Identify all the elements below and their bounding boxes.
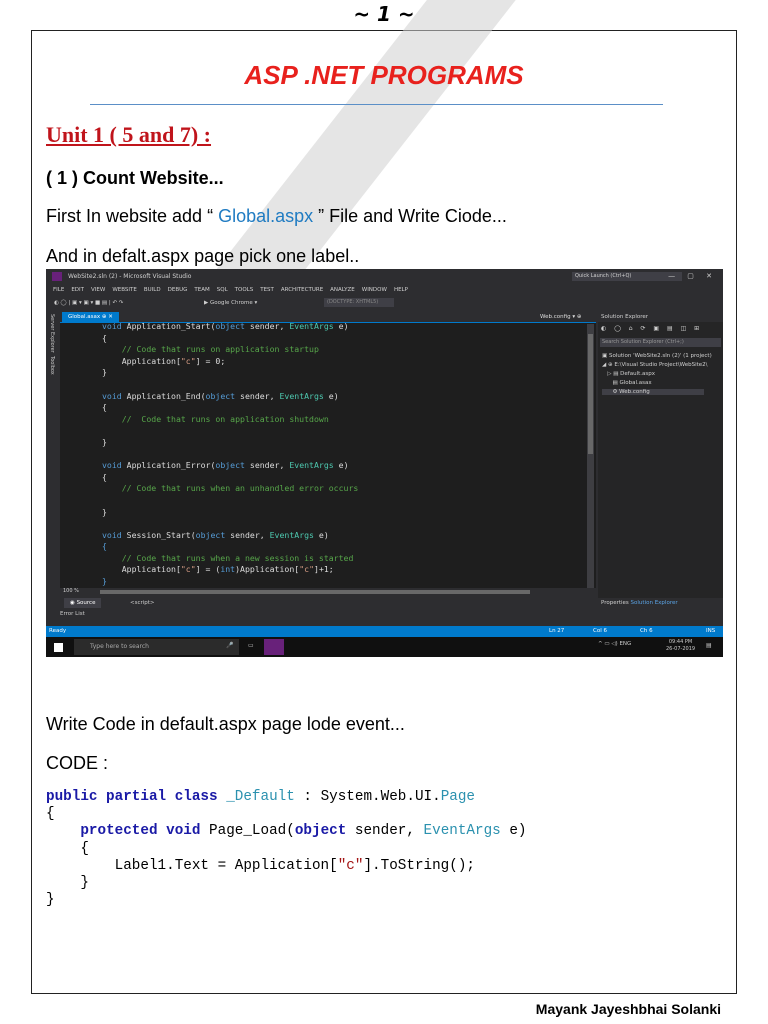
- visual-studio-taskbar-icon[interactable]: [264, 639, 284, 655]
- doctype-dropdown[interactable]: (DOCTYPE: XHTML5): [324, 298, 394, 307]
- run-button[interactable]: ▶ Google Chrome ▾: [204, 300, 257, 306]
- taskbar-clock[interactable]: 09:44 PM 26-07-2019: [666, 639, 695, 653]
- menu-debug[interactable]: DEBUG: [168, 287, 188, 293]
- vs-title-bar: WebSite2.sln (2) - Microsoft Visual Stud…: [46, 269, 723, 284]
- menu-website[interactable]: WEBSITE: [112, 287, 137, 293]
- tree-global-asax[interactable]: ▤ Global.asax: [602, 380, 651, 386]
- editor-vertical-scrollbar[interactable]: [587, 324, 594, 594]
- vs-status-bar: Ready Ln 27 Col 6 Ch 6 INS: [46, 626, 723, 637]
- language-indicator: ENG: [619, 641, 632, 647]
- title-underline: [90, 104, 663, 105]
- visual-studio-logo-icon: [52, 272, 62, 281]
- solution-search-input[interactable]: Search Solution Explorer (Ctrl+;): [600, 338, 721, 347]
- menu-tools[interactable]: TOOLS: [235, 287, 254, 293]
- instruction-global-aspx: First In website add “ Global.aspx ” Fil…: [46, 206, 507, 227]
- page-number: ~ 1 ~: [353, 2, 415, 26]
- global-aspx-link: Global.aspx: [218, 206, 314, 226]
- default-aspx-code-listing: public partial class _Default : System.W…: [46, 789, 527, 909]
- taskbar-search-box[interactable]: Type here to search: [74, 639, 239, 655]
- toolbar-icons[interactable]: ◐ ◯ | ▣ ▾ ▣ ▾ ■ ▤ | ↶ ↷: [54, 300, 123, 306]
- close-tab-icon[interactable]: ✕: [108, 314, 113, 320]
- vs-toolbar: ◐ ◯ | ▣ ▾ ▣ ▾ ■ ▤ | ↶ ↷ ▶ Google Chrome …: [46, 296, 723, 310]
- task-view-icon[interactable]: ▭: [248, 642, 254, 649]
- tab-global-asax-label: Global.asax: [68, 314, 101, 320]
- vertical-scroll-thumb[interactable]: [588, 334, 593, 454]
- menu-analyze[interactable]: ANALYZE: [330, 287, 355, 293]
- tree-web-config[interactable]: ⚙ Web.config: [602, 389, 704, 395]
- instruction-label: And in defalt.aspx page pick one label..: [46, 246, 360, 266]
- menu-team[interactable]: TEAM: [194, 287, 209, 293]
- status-column: Col 6: [593, 628, 607, 634]
- status-char: Ch 6: [640, 628, 653, 634]
- menu-edit[interactable]: EDIT: [71, 287, 84, 293]
- menu-test[interactable]: TEST: [260, 287, 274, 293]
- toolbox-tab[interactable]: Toolbox: [49, 356, 55, 375]
- status-ready: Ready: [49, 628, 67, 634]
- pin-icon[interactable]: ⊕: [102, 314, 107, 320]
- tab-web-config[interactable]: Web.config ▾ ⊕: [540, 312, 581, 322]
- solution-explorer-tab[interactable]: Solution Explorer: [631, 600, 678, 606]
- status-insert-mode: INS: [706, 628, 716, 634]
- window-controls-icon[interactable]: — ▢ ✕: [668, 272, 717, 280]
- vs-left-tool-strip: Server Explorer Toolbox: [46, 310, 60, 625]
- server-explorer-tab[interactable]: Server Explorer: [49, 314, 55, 353]
- solution-explorer-panel: Solution Explorer ◐ ◯ ⌂ ⟳ ▣ ▤ ◫ ⊞ Search…: [598, 312, 723, 609]
- tab-web-config-label: Web.config: [540, 314, 571, 320]
- menu-view[interactable]: VIEW: [91, 287, 105, 293]
- vs-menu-bar: FILE EDIT VIEW WEBSITE BUILD DEBUG TEAM SQL TOOL…: [46, 284, 723, 296]
- horizontal-scroll-thumb[interactable]: [100, 590, 530, 594]
- menu-sql[interactable]: SQL: [217, 287, 228, 293]
- tree-project[interactable]: ◢ ⊕ E:\Visual Studio Project\WebSite2\: [602, 362, 708, 368]
- source-view-bar: ◉ Source <script>: [60, 597, 596, 609]
- properties-tab[interactable]: Properties: [601, 600, 629, 606]
- section-heading: ( 1 ) Count Website...: [46, 168, 224, 188]
- instruction-page-load: Write Code in default.aspx page lode eve…: [46, 714, 405, 734]
- windows-taskbar: Type here to search 🎤 ▭ ^ ▭ ◁) ENG 09:44…: [46, 637, 723, 657]
- instruction-text-before: First In website add “: [46, 206, 219, 226]
- visual-studio-screenshot: WebSite2.sln (2) - Microsoft Visual Stud…: [46, 269, 723, 657]
- menu-architecture[interactable]: ARCHITECTURE: [281, 287, 323, 293]
- system-tray[interactable]: ^ ▭ ◁) ENG: [598, 641, 631, 647]
- editor-horizontal-scrollbar[interactable]: 100 %: [60, 588, 596, 595]
- status-line: Ln 27: [549, 628, 565, 634]
- menu-help[interactable]: HELP: [394, 287, 408, 293]
- menu-build[interactable]: BUILD: [144, 287, 161, 293]
- code-label: CODE :: [46, 753, 109, 773]
- instruction-text-after: ” File and Write Ciode...: [313, 206, 507, 226]
- windows-start-icon[interactable]: [54, 643, 63, 652]
- zoom-level[interactable]: 100 %: [63, 588, 79, 594]
- error-list-tab[interactable]: Error List: [60, 611, 85, 617]
- global-asax-code: void Application_Start(object sender, Ev…: [102, 321, 359, 587]
- tree-solution[interactable]: ▣ Solution 'WebSite2.sln (2)' (1 project…: [602, 353, 712, 359]
- tree-default-aspx[interactable]: ▷ ▤ Default.aspx: [602, 371, 655, 377]
- source-button[interactable]: ◉ Source: [64, 598, 102, 608]
- document-title: ASP .NET PROGRAMS: [244, 60, 524, 90]
- source-button-label: Source: [76, 600, 96, 606]
- microphone-icon[interactable]: 🎤: [226, 642, 233, 649]
- solution-explorer-header: Solution Explorer: [598, 312, 723, 322]
- script-tag-crumb[interactable]: <script>: [130, 598, 155, 608]
- vs-window-title: WebSite2.sln (2) - Microsoft Visual Stud…: [68, 273, 192, 280]
- solution-tree: ▣ Solution 'WebSite2.sln (2)' (1 project…: [602, 352, 712, 397]
- run-target-label: Google Chrome: [209, 300, 253, 306]
- unit-heading: Unit 1 ( 5 and 7) :: [46, 122, 212, 147]
- menu-window[interactable]: WINDOW: [362, 287, 387, 293]
- quick-launch-input[interactable]: Quick Launch (Ctrl+Q): [572, 272, 682, 281]
- menu-file[interactable]: FILE: [53, 287, 64, 293]
- solution-footer-tabs: Properties Solution Explorer: [598, 598, 723, 609]
- author-name: Mayank Jayeshbhai Solanki: [535, 1001, 721, 1017]
- notification-icon[interactable]: ▤: [706, 642, 712, 649]
- solution-explorer-toolbar-icons[interactable]: ◐ ◯ ⌂ ⟳ ▣ ▤ ◫ ⊞: [601, 325, 702, 332]
